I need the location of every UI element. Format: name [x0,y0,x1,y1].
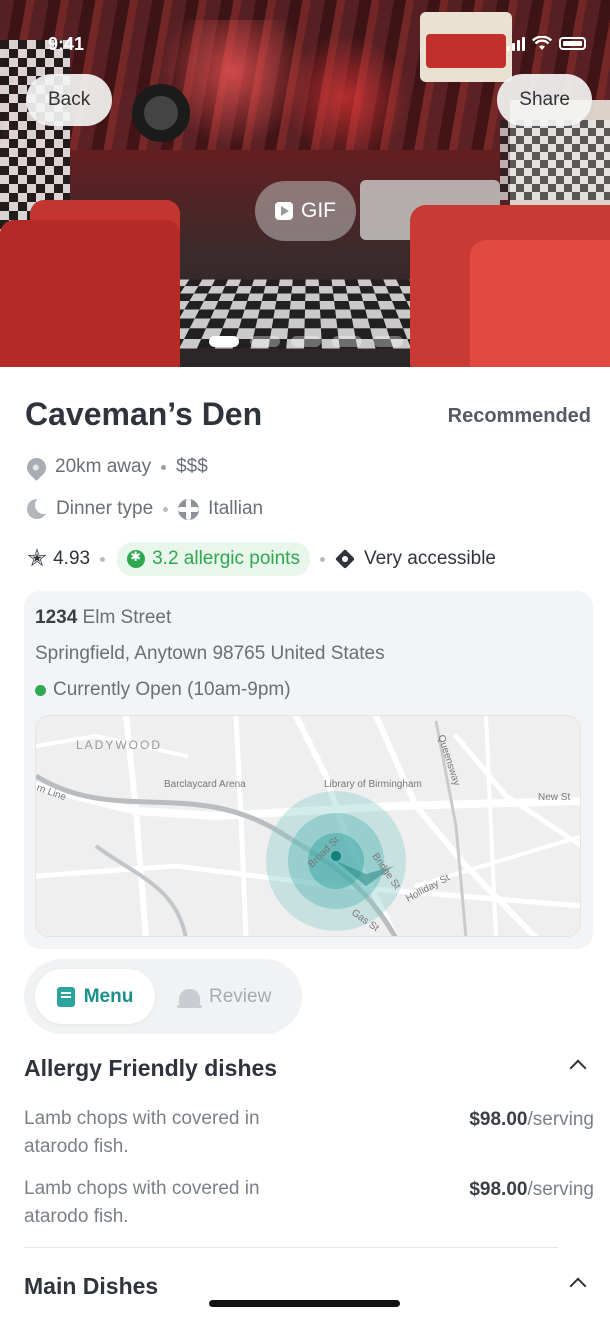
tab-menu[interactable]: Menu [35,969,155,1024]
type-cuisine-row: Dinner type Itallian [27,498,263,520]
open-status: Currently Open (10am-9pm) [35,679,291,701]
home-indicator[interactable] [209,1300,400,1307]
hero-tire [132,84,190,142]
map-label-new-st: New St [538,792,570,803]
cuisine: Itallian [208,498,264,519]
carousel-indicator[interactable] [209,336,403,347]
separator-dot [100,556,106,562]
gif-icon [275,202,293,220]
separator-dot [319,556,325,562]
location-map[interactable]: LADYWOOD Barclaycard Arena Library of Bi… [35,715,581,937]
carousel-dot[interactable] [209,336,239,347]
wifi-icon [532,36,552,50]
rating: 4.93 [53,548,91,569]
hero-booth [0,220,180,367]
open-status-text: Currently Open (10am-9pm) [53,679,291,700]
share-button[interactable]: Share [497,74,592,126]
dish-name[interactable]: Lamb chops with covered in atarodo fish. [24,1175,304,1231]
tab-review[interactable]: Review [177,969,289,1024]
gif-button[interactable]: GIF [255,181,356,241]
price-unit: /serving [527,1179,594,1200]
map-label-ladywood: LADYWOOD [76,738,162,752]
gif-label: GIF [301,199,336,222]
chevron-up-icon[interactable] [569,1277,587,1295]
hero-photo[interactable]: 9:41 Back Share GIF [0,0,610,367]
separator-dot [161,464,167,470]
menu-book-icon [56,986,75,1007]
dish-price: $98.00/serving [469,1109,594,1131]
hero-sign [420,12,512,82]
back-button[interactable]: Back [26,74,113,126]
bell-icon [177,988,202,1008]
map-canvas[interactable]: LADYWOOD Barclaycard Arena Library of Bi… [36,716,581,937]
section-allergy-friendly-title[interactable]: Allergy Friendly dishes [24,1055,277,1082]
street-name: Elm Street [77,607,172,628]
address-card: 1234 Elm Street Springfield, Anytown 987… [24,591,593,949]
accessibility: Very accessible [363,548,496,569]
accessibility-icon [335,549,355,569]
address-street[interactable]: 1234 Elm Street [35,607,171,629]
moon-icon [27,499,47,519]
dish-name[interactable]: Lamb chops with covered in atarodo fish. [24,1105,304,1161]
meal-type: Dinner type [56,498,154,519]
allergic-points-badge[interactable]: 3.2 allergic points [117,542,310,576]
price-amount: $98.00 [469,1179,528,1200]
price-amount: $98.00 [469,1109,528,1130]
allergic-points: 3.2 allergic points [152,548,300,569]
recommended-badge: Recommended [447,405,591,427]
globe-icon [178,498,200,520]
status-time: 9:41 [48,34,85,54]
hero-checker-wall-right [500,120,610,200]
dish-price: $98.00/serving [469,1179,594,1201]
map-label-barclaycard: Barclaycard Arena [164,779,246,790]
section-divider [24,1247,558,1248]
signal-icon [507,36,525,51]
street-number: 1234 [35,607,78,628]
restaurant-name: Caveman’s Den [25,396,263,432]
map-label-library: Library of Birmingham [324,779,422,790]
carousel-dot[interactable] [250,336,280,347]
allergy-gear-icon [127,549,146,568]
hero-lights [150,20,430,150]
rating-row: ✭ 4.93 3.2 allergic points Very accessib… [27,542,496,576]
carousel-dot[interactable] [373,336,403,347]
carousel-dot[interactable] [332,336,362,347]
open-status-dot [35,684,46,696]
chevron-up-icon[interactable] [569,1059,587,1077]
star-icon: ✭ [27,545,48,572]
price-level: $$$ [176,456,208,477]
distance: 20km away [55,456,152,477]
status-icons [507,36,586,51]
separator-dot [163,506,169,512]
price-unit: /serving [527,1109,594,1130]
address-city[interactable]: Springfield, Anytown 98765 United States [35,643,385,665]
section-main-dishes-title[interactable]: Main Dishes [24,1273,158,1300]
hero-booth [470,240,610,367]
battery-icon [559,37,586,50]
menu-review-switch: Menu Review [24,959,302,1034]
carousel-dot[interactable] [291,336,321,347]
distance-price-row: 20km away $$$ [23,453,208,481]
location-pin-icon [23,453,50,481]
tab-review-label: Review [209,985,272,1007]
tab-menu-label: Menu [83,985,134,1007]
